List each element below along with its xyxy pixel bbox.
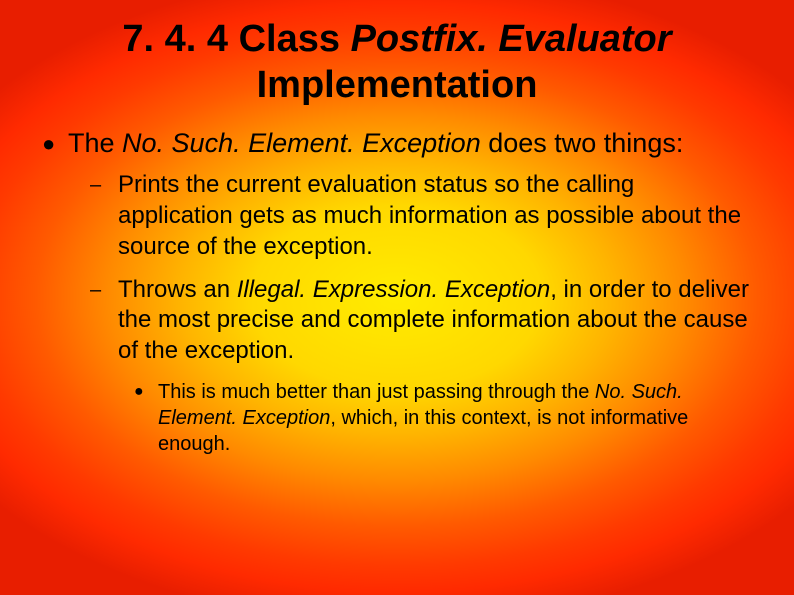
text-segment: Throws an <box>118 276 237 303</box>
text-segment: does two things: <box>481 128 684 158</box>
italic-segment: No. Such. Element. Exception <box>122 128 481 158</box>
list-item: – Throws an Illegal. Expression. Excepti… <box>90 275 754 367</box>
text-segment: This is much better than just passing th… <box>158 381 595 403</box>
list-item: ● This is much better than just passing … <box>134 379 754 457</box>
sub-sub-list: ● This is much better than just passing … <box>134 379 754 457</box>
bullet-icon: ● <box>42 127 68 161</box>
list-item: ● The No. Such. Element. Exception does … <box>42 127 754 161</box>
sub-list: – Prints the current evaluation status s… <box>90 170 754 366</box>
list-item-text: Throws an Illegal. Expression. Exception… <box>118 275 754 367</box>
bullet-icon: ● <box>134 379 158 457</box>
title-suffix: Implementation <box>257 64 538 106</box>
italic-segment: Illegal. Expression. Exception <box>237 276 551 303</box>
dash-icon: – <box>90 275 118 367</box>
list-item-text: This is much better than just passing th… <box>158 379 754 457</box>
title-prefix: 7. 4. 4 Class <box>122 18 350 60</box>
slide: 7. 4. 4 Class Postfix. Evaluator Impleme… <box>0 0 794 595</box>
dash-icon: – <box>90 170 118 262</box>
list-item-text: The No. Such. Element. Exception does tw… <box>68 127 683 161</box>
list-item: – Prints the current evaluation status s… <box>90 170 754 262</box>
text-segment: The <box>68 128 122 158</box>
title-italic: Postfix. Evaluator <box>351 18 672 60</box>
slide-title: 7. 4. 4 Class Postfix. Evaluator Impleme… <box>84 16 710 109</box>
list-item-text: Prints the current evaluation status so … <box>118 170 754 262</box>
slide-body: ● The No. Such. Element. Exception does … <box>34 127 760 457</box>
